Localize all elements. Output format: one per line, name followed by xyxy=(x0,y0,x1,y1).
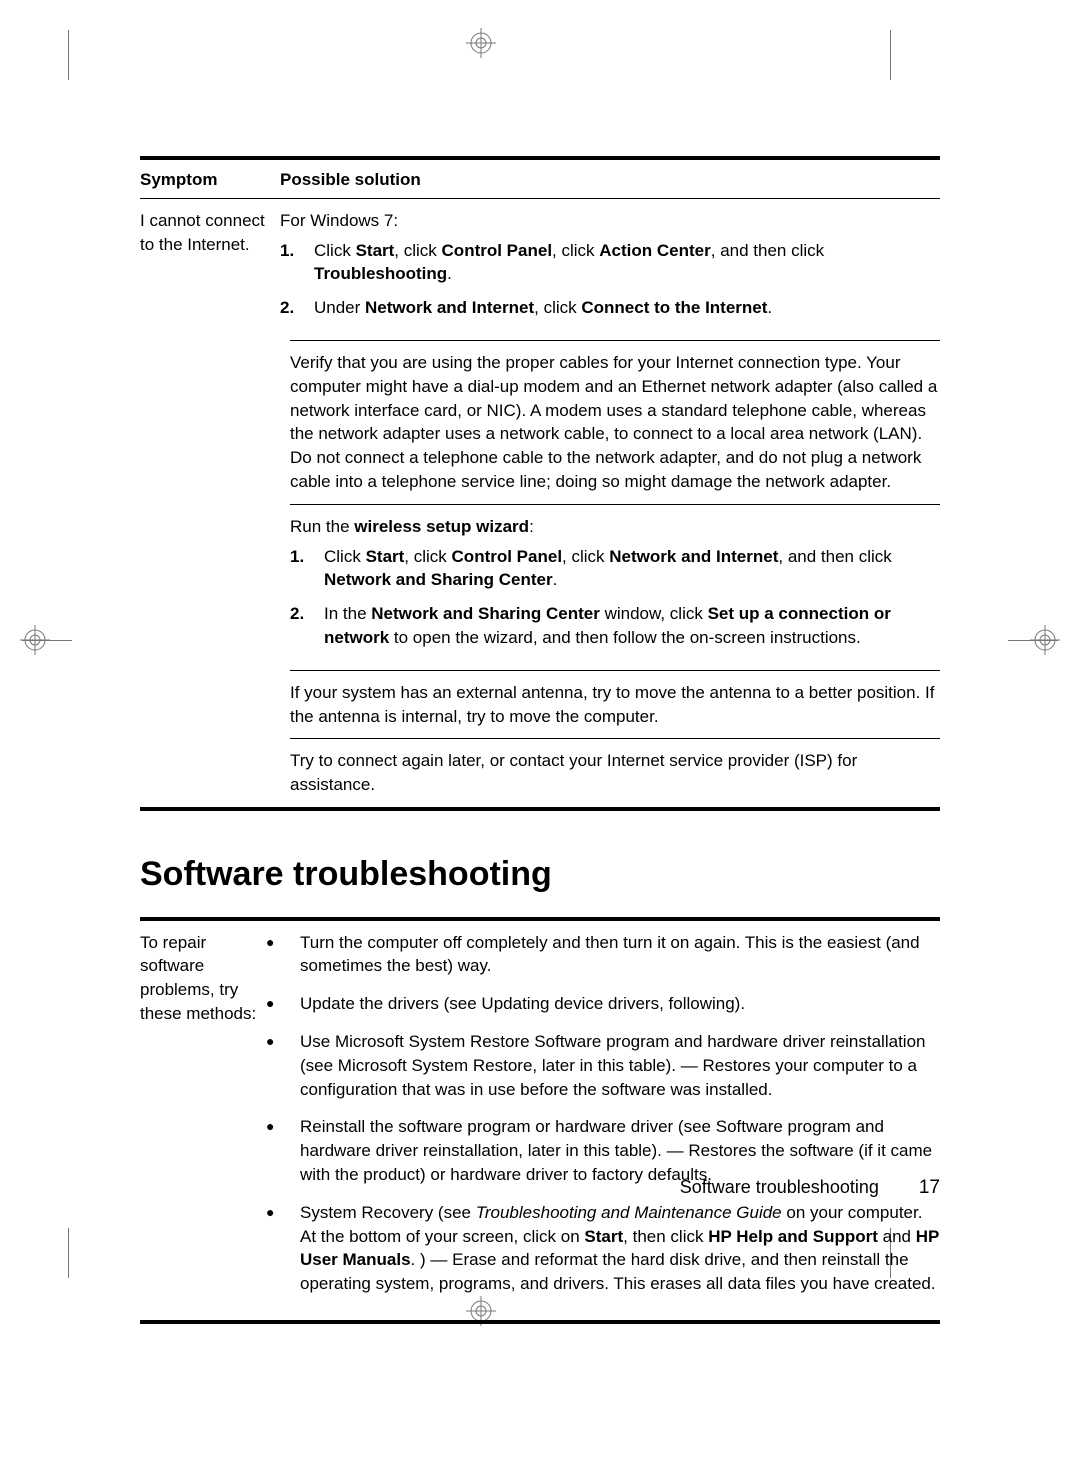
list-item: ●Use Microsoft System Restore Software p… xyxy=(260,1030,940,1101)
solution-intro: For Windows 7: xyxy=(280,209,940,233)
step-text: Click Start, click Control Panel, click … xyxy=(314,239,940,287)
crop-mark xyxy=(68,30,69,80)
table-header-row: Symptom Possible solution xyxy=(140,160,940,198)
step-text: Click Start, click Control Panel, click … xyxy=(324,545,940,593)
bullet-icon: ● xyxy=(260,931,300,979)
section-heading: Software troubleshooting xyxy=(140,851,940,899)
list-item: 2. In the Network and Sharing Center win… xyxy=(290,602,940,650)
page-number: 17 xyxy=(919,1175,940,1202)
page-content: Symptom Possible solution I cannot conne… xyxy=(140,156,940,1324)
solution-text: If your system has an external antenna, … xyxy=(290,671,940,739)
page-footer: Software troubleshooting 17 xyxy=(140,1175,940,1202)
table-row: I cannot connect to the Internet. For Wi… xyxy=(140,199,940,340)
methods-list: ●Turn the computer off completely and th… xyxy=(260,921,940,1320)
bullet-icon: ● xyxy=(260,1030,300,1101)
bullet-icon: ● xyxy=(260,992,300,1016)
list-item: ●Turn the computer off completely and th… xyxy=(260,931,940,979)
crop-mark xyxy=(68,1228,69,1278)
item-text: System Recovery (see Troubleshooting and… xyxy=(300,1201,940,1296)
col-header-symptom: Symptom xyxy=(140,160,280,198)
solution-intro: Run the wireless setup wizard: xyxy=(290,515,940,539)
list-item: 1. Click Start, click Control Panel, cli… xyxy=(290,545,940,593)
list-item: 2. Under Network and Internet, click Con… xyxy=(280,296,940,320)
numbered-steps: 1. Click Start, click Control Panel, cli… xyxy=(290,545,940,650)
step-text: Under Network and Internet, click Connec… xyxy=(314,296,940,320)
list-item: 1. Click Start, click Control Panel, cli… xyxy=(280,239,940,287)
bullet-icon: ● xyxy=(260,1201,300,1296)
table-row: To repair software problems, try these m… xyxy=(140,921,940,1320)
step-number: 2. xyxy=(290,602,324,650)
step-number: 1. xyxy=(290,545,324,593)
rule xyxy=(140,1320,940,1324)
table-row: Verify that you are using the proper cab… xyxy=(140,340,940,807)
bulleted-list: ●Turn the computer off completely and th… xyxy=(260,931,940,1296)
solution-text: Try to connect again later, or contact y… xyxy=(290,739,940,807)
crop-mark xyxy=(890,30,891,80)
solution-text: Verify that you are using the proper cab… xyxy=(290,341,940,504)
list-item: ●Update the drivers (see Updating device… xyxy=(260,992,940,1016)
item-text: Update the drivers (see Updating device … xyxy=(300,992,940,1016)
col-header-solution: Possible solution xyxy=(280,160,940,198)
rule xyxy=(140,807,940,811)
item-text: Use Microsoft System Restore Software pr… xyxy=(300,1030,940,1101)
solution-block: Run the wireless setup wizard: 1. Click … xyxy=(290,505,940,670)
numbered-steps: 1. Click Start, click Control Panel, cli… xyxy=(280,239,940,320)
step-text: In the Network and Sharing Center window… xyxy=(324,602,940,650)
solution-block: For Windows 7: 1. Click Start, click Con… xyxy=(280,199,940,340)
symptom-text: I cannot connect to the Internet. xyxy=(140,199,280,340)
crop-mark xyxy=(22,640,72,641)
item-text: Turn the computer off completely and the… xyxy=(300,931,940,979)
registration-mark-top xyxy=(466,28,496,58)
step-number: 2. xyxy=(280,296,314,320)
step-number: 1. xyxy=(280,239,314,287)
crop-mark xyxy=(1008,640,1058,641)
footer-section-label: Software troubleshooting xyxy=(680,1175,879,1200)
methods-intro: To repair software problems, try these m… xyxy=(140,921,260,1320)
list-item: ● System Recovery (see Troubleshooting a… xyxy=(260,1201,940,1296)
